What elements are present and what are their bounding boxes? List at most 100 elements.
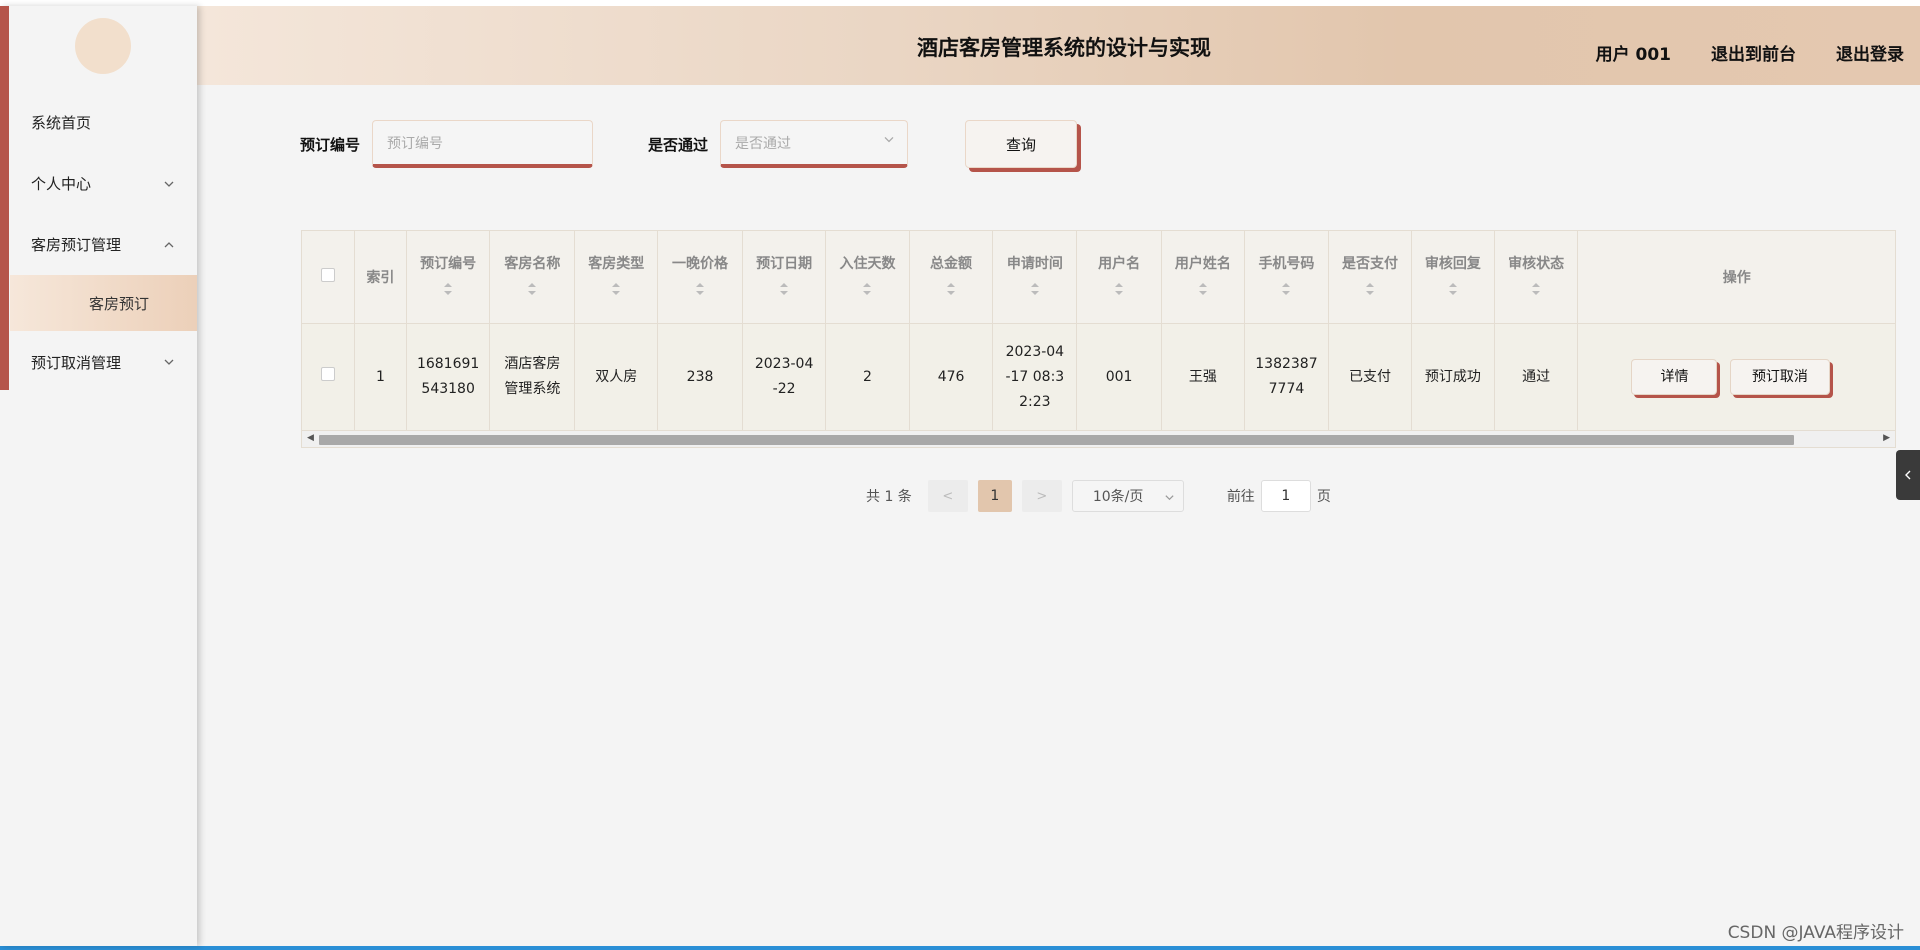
collapse-toggle[interactable] (1896, 450, 1920, 500)
goto-label: 前往 (1226, 489, 1255, 505)
sort-icon[interactable] (1030, 282, 1040, 300)
col-header-order-no[interactable]: 预订编号 (406, 231, 491, 324)
sidebar-item-label: 预订取消管理 (31, 353, 122, 372)
scrollbar-thumb[interactable] (319, 435, 1794, 445)
sidebar-item-cancel-mgmt[interactable]: 预订取消管理 (9, 331, 197, 393)
query-button-label: 查询 (1006, 135, 1037, 154)
query-button[interactable]: 查询 (965, 120, 1078, 168)
cell-date: 2023-04-22 (742, 323, 827, 432)
row-select-cell (302, 323, 355, 432)
table-header-row: 索引 预订编号 客房名称 客房类型 一晚价格 预订日期 入住天数 总金额 申请时… (302, 231, 1895, 324)
select-all-checkbox[interactable] (320, 267, 335, 282)
cell-username: 001 (1076, 323, 1162, 432)
sort-icon[interactable] (946, 282, 956, 300)
header: 酒店客房管理系统的设计与实现 用户 001 退出到前台 退出登录 (197, 6, 1920, 85)
order-no-placeholder: 预订编号 (387, 135, 444, 152)
sort-icon[interactable] (1365, 282, 1375, 300)
scroll-right-icon[interactable]: ▶ (1883, 433, 1890, 443)
sidebar-subitem-label: 客房预订 (89, 294, 150, 313)
sidebar-item-home[interactable]: 系统首页 (9, 92, 197, 153)
horizontal-scrollbar[interactable]: ◀ ▶ (302, 430, 1895, 447)
sort-icon[interactable] (1281, 282, 1291, 300)
chevron-left-icon (1903, 466, 1913, 485)
goto-page-input[interactable]: 1 (1260, 480, 1311, 512)
sidebar-item-label: 个人中心 (31, 175, 92, 193)
select-all-cell (302, 231, 355, 324)
sort-icon[interactable] (779, 282, 789, 300)
is-passed-placeholder: 是否通过 (735, 135, 792, 152)
sort-icon[interactable] (443, 282, 453, 300)
sort-icon[interactable] (862, 282, 872, 300)
sidebar-item-room-booking-mgmt[interactable]: 客房预订管理 (9, 214, 197, 275)
page-unit-label: 页 (1316, 489, 1331, 505)
total-count: 共 1 条 (866, 489, 912, 505)
sidebar-subitem-room-booking[interactable]: 客房预订 (10, 275, 197, 331)
sort-icon[interactable] (1448, 282, 1458, 300)
sort-icon[interactable] (1114, 282, 1124, 300)
cell-phone: 13823877774 (1244, 323, 1330, 432)
sidebar-item-label: 系统首页 (31, 114, 92, 132)
pagination: 共 1 条 < 1 > 10条/页 前往 1 页 (866, 480, 1331, 512)
col-header-apply-time[interactable]: 申请时间 (992, 231, 1078, 324)
cell-order-no: 1681691543180 (406, 323, 491, 432)
detail-button[interactable]: 详情 (1631, 359, 1718, 395)
col-header-phone[interactable]: 手机号码 (1244, 231, 1330, 324)
col-header-index: 索引 (354, 231, 407, 324)
cell-status: 通过 (1494, 323, 1579, 432)
is-passed-label: 是否通过 (648, 135, 709, 154)
col-header-actions: 操作 (1577, 231, 1895, 324)
cell-actions: 详情 预订取消 (1577, 323, 1895, 432)
cancel-booking-button[interactable]: 预订取消 (1729, 359, 1830, 395)
next-page-button[interactable]: > (1021, 480, 1062, 512)
page-number-current[interactable]: 1 (977, 480, 1012, 512)
header-actions: 用户 001 退出到前台 退出登录 (1596, 40, 1904, 65)
chevron-down-icon (1164, 491, 1175, 507)
sort-icon[interactable] (1531, 282, 1541, 300)
col-header-total[interactable]: 总金额 (909, 231, 994, 324)
col-header-price[interactable]: 一晚价格 (657, 231, 743, 324)
col-header-name[interactable]: 用户姓名 (1161, 231, 1245, 324)
cell-paid: 已支付 (1328, 323, 1412, 432)
order-no-input[interactable]: 预订编号 (372, 120, 594, 168)
cell-room-name: 酒店客房管理系统 (489, 323, 576, 432)
cell-days: 2 (825, 323, 910, 432)
sort-icon[interactable] (1198, 282, 1208, 300)
cell-total: 476 (909, 323, 994, 432)
scroll-left-icon[interactable]: ◀ (307, 433, 314, 443)
order-no-label: 预订编号 (300, 135, 361, 154)
col-header-days[interactable]: 入住天数 (825, 231, 910, 324)
search-bar: 预订编号 预订编号 是否通过 是否通过 查询 (300, 119, 1078, 169)
cell-price: 238 (657, 323, 743, 432)
page-size-select[interactable]: 10条/页 (1071, 480, 1184, 512)
col-header-username[interactable]: 用户名 (1076, 231, 1162, 324)
chevron-down-icon (163, 178, 175, 190)
avatar[interactable] (75, 18, 131, 74)
sidebar-item-personal-center[interactable]: 个人中心 (9, 153, 197, 214)
sidebar-accent-bar (0, 6, 9, 390)
data-table: 索引 预订编号 客房名称 客房类型 一晚价格 预订日期 入住天数 总金额 申请时… (301, 230, 1896, 448)
prev-page-button[interactable]: < (927, 480, 968, 512)
exit-to-front-link[interactable]: 退出到前台 (1711, 40, 1796, 65)
col-header-date[interactable]: 预订日期 (742, 231, 827, 324)
cell-index: 1 (354, 323, 407, 432)
cell-name: 王强 (1161, 323, 1245, 432)
chevron-up-icon (163, 239, 175, 251)
sort-icon[interactable] (611, 282, 621, 300)
is-passed-select[interactable]: 是否通过 (720, 120, 909, 168)
col-header-room-type[interactable]: 客房类型 (574, 231, 659, 324)
col-header-reply[interactable]: 审核回复 (1411, 231, 1495, 324)
logout-link[interactable]: 退出登录 (1836, 40, 1904, 65)
cell-room-type: 双人房 (574, 323, 659, 432)
cell-reply: 预订成功 (1411, 323, 1495, 432)
sort-icon[interactable] (527, 282, 537, 300)
col-header-status[interactable]: 审核状态 (1494, 231, 1579, 324)
bottom-bar (0, 946, 1920, 950)
col-header-room-name[interactable]: 客房名称 (489, 231, 576, 324)
sidebar-item-label: 客房预订管理 (31, 236, 122, 254)
table-row[interactable]: 1 1681691543180 酒店客房管理系统 双人房 238 2023-04… (302, 323, 1895, 432)
sidebar-menu: 系统首页 个人中心 客房预订管理 客房预订 预订取消管理 (9, 92, 197, 393)
sort-icon[interactable] (695, 282, 705, 300)
page-title: 酒店客房管理系统的设计与实现 (917, 36, 1211, 60)
col-header-paid[interactable]: 是否支付 (1328, 231, 1412, 324)
row-checkbox[interactable] (320, 366, 335, 381)
